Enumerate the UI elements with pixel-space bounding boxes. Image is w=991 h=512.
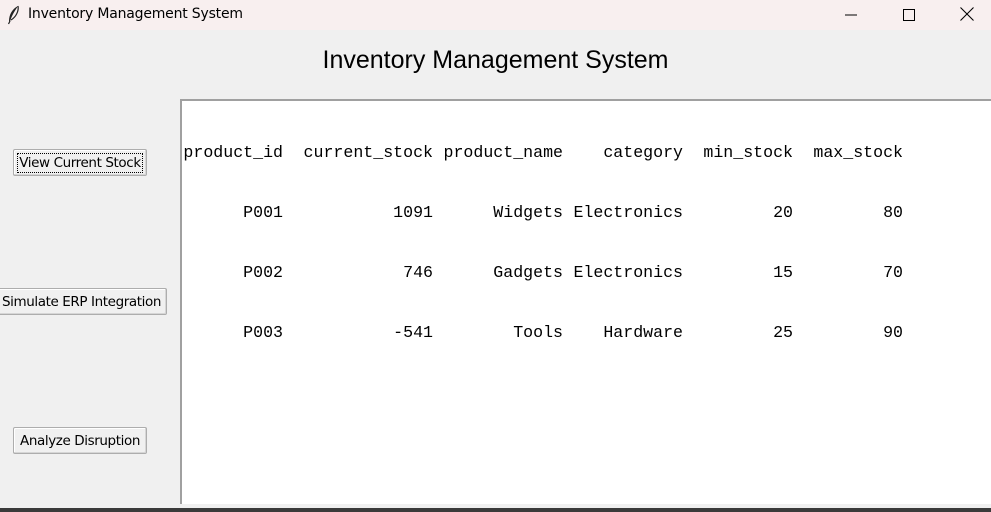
table-cell: 746 xyxy=(403,263,433,282)
table-cell: Electronics xyxy=(573,203,683,222)
column-header: max_stock xyxy=(813,143,903,162)
feather-icon xyxy=(6,5,22,25)
view-current-stock-button[interactable]: View Current Stock xyxy=(13,149,147,176)
table-cell: Hardware xyxy=(603,323,683,342)
column-header: min_stock xyxy=(703,143,793,162)
analyze-disruption-label: Analyze Disruption xyxy=(19,432,140,449)
minimize-button[interactable] xyxy=(822,0,880,30)
output-text-area[interactable]: product_id current_stock product_name categ… xyxy=(180,99,991,504)
window-title: Inventory Management System xyxy=(28,6,243,22)
close-button[interactable] xyxy=(938,0,991,30)
simulate-erp-integration-label: Simulate ERP Integration xyxy=(1,293,162,310)
table-cell: 1091 xyxy=(393,203,433,222)
maximize-icon xyxy=(903,6,915,25)
minimize-icon xyxy=(845,6,857,25)
table-cell: 20 xyxy=(773,203,793,222)
table-cell: Tools xyxy=(513,323,563,342)
table-cell: Gadgets xyxy=(493,263,563,282)
simulate-erp-integration-button[interactable]: Simulate ERP Integration xyxy=(0,288,167,315)
table-cell: 25 xyxy=(773,323,793,342)
table-cell: 70 xyxy=(883,263,903,282)
column-header: current_stock xyxy=(303,143,433,162)
table-cell: P002 xyxy=(243,263,283,282)
column-header: product_id xyxy=(183,143,283,162)
title-bar[interactable]: Inventory Management System xyxy=(0,0,991,30)
table-header-row: product_id current_stock product_name categ… xyxy=(183,143,903,163)
column-header: category xyxy=(603,143,683,162)
app-window: Inventory Management System Inventory Ma… xyxy=(0,0,991,512)
taskbar-edge xyxy=(0,508,991,512)
table-cell: -541 xyxy=(393,323,433,342)
table-row: P003 -541 Tools Hardware 25 90 xyxy=(183,323,903,343)
table-cell: P001 xyxy=(243,203,283,222)
table-row: P002 746 Gadgets Electronics 15 70 xyxy=(183,263,903,283)
table-cell: 80 xyxy=(883,203,903,222)
page-title: Inventory Management System xyxy=(322,46,669,74)
maximize-button[interactable] xyxy=(880,0,938,30)
view-current-stock-label: View Current Stock xyxy=(17,152,143,173)
table-cell: Electronics xyxy=(573,263,683,282)
close-icon xyxy=(960,6,974,25)
table-row: P001 1091 Widgets Electronics 20 80 xyxy=(183,203,903,223)
table-cell: 15 xyxy=(773,263,793,282)
table-cell: P003 xyxy=(243,323,283,342)
stock-table: product_id current_stock product_name categ… xyxy=(183,103,903,383)
table-cell: Widgets xyxy=(493,203,563,222)
table-cell: 90 xyxy=(883,323,903,342)
column-header: product_name xyxy=(443,143,564,162)
analyze-disruption-button[interactable]: Analyze Disruption xyxy=(13,427,147,454)
